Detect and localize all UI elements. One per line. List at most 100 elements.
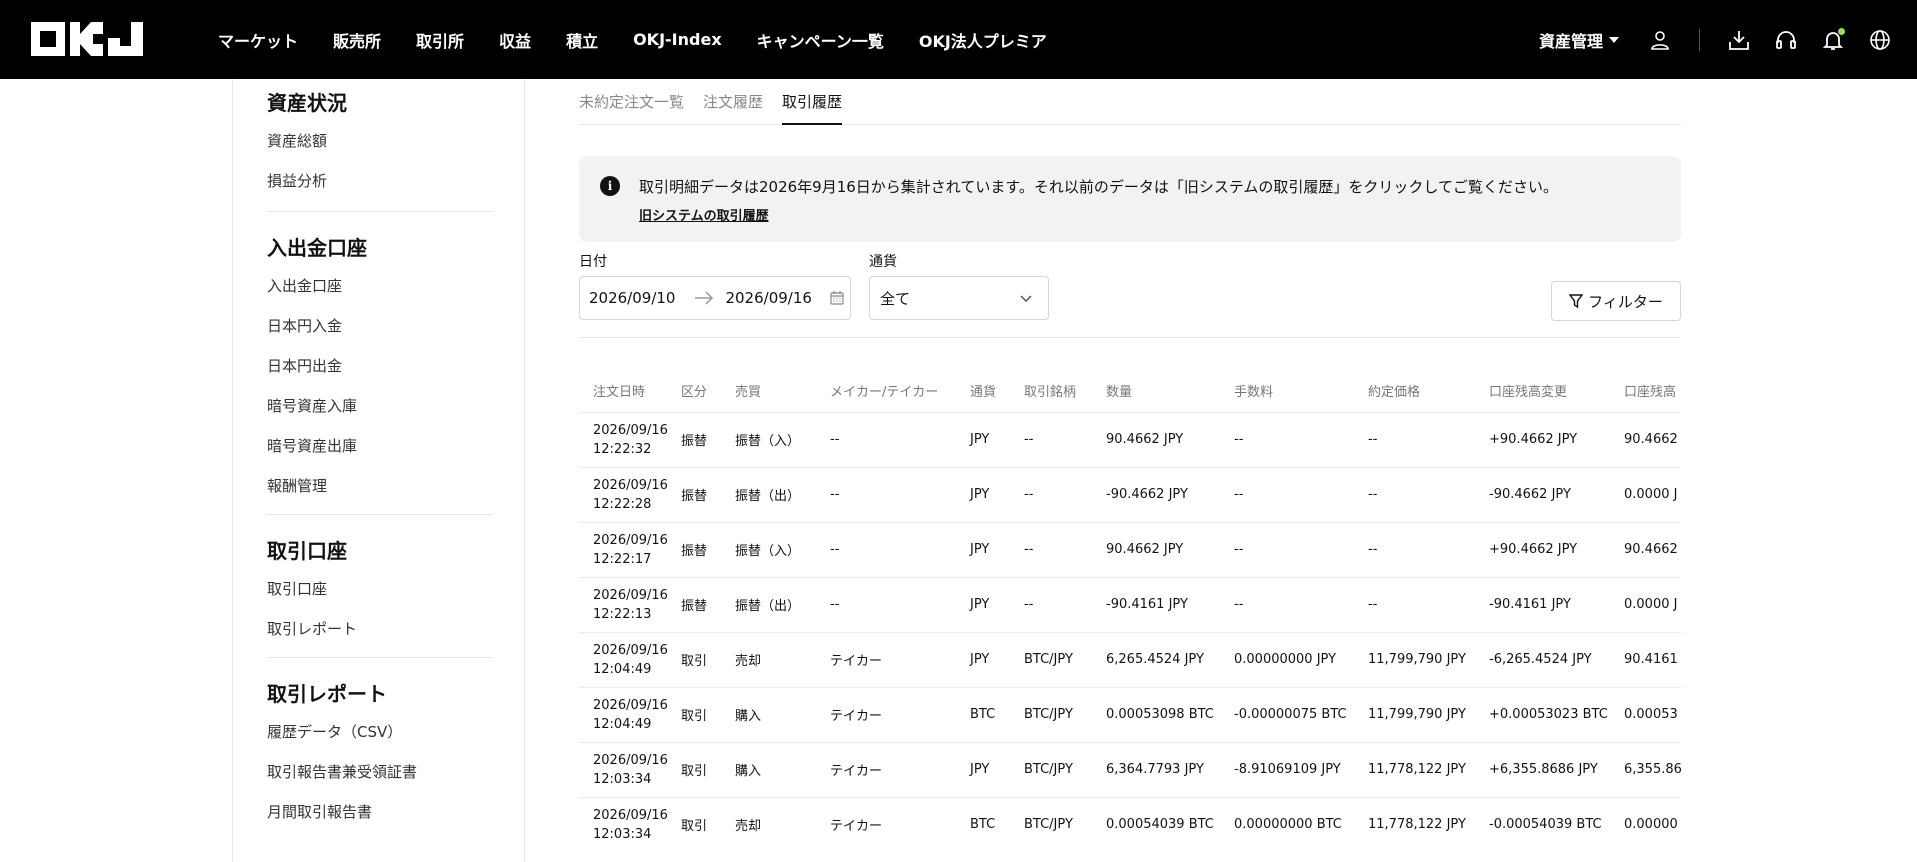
cell-pair: BTC/JPY bbox=[1024, 686, 1106, 742]
order-date: 2026/09/16 bbox=[593, 752, 668, 768]
sidebar-item-monthly-report[interactable]: 月間取引報告書 bbox=[267, 792, 524, 832]
col-category[interactable]: 区分 bbox=[681, 369, 735, 412]
cell-fee: -- bbox=[1234, 576, 1368, 632]
col-balance[interactable]: 口座残高 bbox=[1624, 369, 1681, 412]
cell-fee: 0.00000000 BTC bbox=[1234, 796, 1368, 852]
table-row: 2026/09/16 12:04:49 取引 購入 テイカー BTC BTC/JPY 0.00… bbox=[579, 686, 1681, 742]
calendar-icon[interactable] bbox=[830, 291, 844, 305]
old-system-history-link[interactable]: 旧システムの取引履歴 bbox=[639, 205, 769, 224]
sidebar-item-jpy-withdraw[interactable]: 日本円出金 bbox=[267, 346, 524, 386]
sidebar-item-trade-receipt[interactable]: 取引報告書兼受領証書 bbox=[267, 752, 524, 792]
cell-side: 振替（入） bbox=[735, 411, 830, 467]
filter-button[interactable]: フィルター bbox=[1551, 281, 1681, 321]
sidebar-item-rewards[interactable]: 報酬管理 bbox=[267, 466, 524, 506]
cell-quantity: 90.4662 JPY bbox=[1106, 521, 1234, 577]
cell-balance: 90.4662 bbox=[1624, 521, 1681, 577]
currency-select[interactable]: 全て bbox=[869, 276, 1049, 320]
tab-open-orders[interactable]: 未約定注文一覧 bbox=[579, 79, 684, 125]
sidebar-item-trading-report[interactable]: 取引レポート bbox=[267, 609, 524, 649]
col-balance-change[interactable]: 口座残高変更 bbox=[1489, 369, 1624, 412]
sidebar-item-crypto-deposit[interactable]: 暗号資産入庫 bbox=[267, 386, 524, 426]
top-right-actions: 資産管理 bbox=[1539, 0, 1893, 79]
cell-order-time: 2026/09/16 12:22:32 bbox=[579, 411, 681, 467]
sidebar-item-deposit-account[interactable]: 入出金口座 bbox=[267, 266, 524, 306]
sidebar-group-trading-account: 取引口座 取引口座 取引レポート bbox=[233, 515, 524, 649]
table-row: 2026/09/16 12:03:34 取引 購入 テイカー JPY BTC/JPY 6,36… bbox=[579, 741, 1681, 797]
asset-management-label: 資産管理 bbox=[1538, 31, 1603, 51]
cell-balance-change: -90.4161 JPY bbox=[1489, 576, 1624, 632]
col-quantity[interactable]: 数量 bbox=[1106, 369, 1234, 412]
sidebar-item-trading-account[interactable]: 取引口座 bbox=[267, 569, 524, 609]
order-date: 2026/09/16 bbox=[593, 807, 668, 823]
user-icon[interactable] bbox=[1647, 27, 1673, 53]
history-tabs: 未約定注文一覧 注文履歴 取引履歴 bbox=[579, 79, 1681, 125]
order-time: 12:22:32 bbox=[593, 441, 652, 457]
toolbar-separator bbox=[1699, 28, 1700, 51]
col-price[interactable]: 約定価格 bbox=[1368, 369, 1489, 412]
nav-exchange[interactable]: 取引所 bbox=[416, 28, 464, 52]
col-fee[interactable]: 手数料 bbox=[1234, 369, 1368, 412]
sidebar-item-jpy-deposit[interactable]: 日本円入金 bbox=[267, 306, 524, 346]
notification-dot bbox=[1838, 27, 1845, 35]
globe-icon[interactable] bbox=[1867, 27, 1893, 53]
cell-quantity: 6,364.7793 JPY bbox=[1106, 741, 1234, 797]
filter-button-label: フィルター bbox=[1588, 292, 1663, 311]
cell-maker-taker: テイカー bbox=[830, 741, 970, 797]
col-currency[interactable]: 通貨 bbox=[970, 369, 1024, 412]
table-header-row: 注文日時 区分 売買 メイカー/テイカー 通貨 取引銘柄 数量 手数料 約定価格… bbox=[579, 369, 1681, 412]
table-row: 2026/09/16 12:22:13 振替 振替（出） -- JPY -- -90.4161… bbox=[579, 576, 1681, 632]
cell-price: 11,778,122 JPY bbox=[1368, 741, 1489, 797]
tab-trade-history[interactable]: 取引履歴 bbox=[782, 79, 843, 125]
cell-order-time: 2026/09/16 12:22:28 bbox=[579, 466, 681, 522]
cell-maker-taker: テイカー bbox=[830, 686, 970, 742]
sidebar-item-history-csv[interactable]: 履歴データ（CSV） bbox=[267, 712, 524, 752]
cell-fee: -- bbox=[1234, 411, 1368, 467]
bell-icon[interactable] bbox=[1820, 27, 1846, 53]
col-pair[interactable]: 取引銘柄 bbox=[1024, 369, 1106, 412]
cell-balance: 0.00053 bbox=[1624, 686, 1681, 742]
nav-sales[interactable]: 販売所 bbox=[333, 28, 381, 52]
cell-order-time: 2026/09/16 12:03:34 bbox=[579, 796, 681, 852]
cell-price: 11,778,122 JPY bbox=[1368, 796, 1489, 852]
cell-order-time: 2026/09/16 12:22:17 bbox=[579, 521, 681, 577]
cell-quantity: -90.4662 JPY bbox=[1106, 466, 1234, 522]
notice-text: 取引明細データは2026年9月16日から集計されています。それ以前のデータは「旧… bbox=[639, 178, 1558, 196]
table-row: 2026/09/16 12:22:17 振替 振替（入） -- JPY -- 90.4662 … bbox=[579, 521, 1681, 577]
cell-price: -- bbox=[1368, 576, 1489, 632]
sidebar-item-total-assets[interactable]: 資産総額 bbox=[267, 121, 524, 161]
cell-balance-change: +0.00053023 BTC bbox=[1489, 686, 1624, 742]
col-maker-taker[interactable]: メイカー/テイカー bbox=[830, 369, 970, 412]
asset-management-menu[interactable]: 資産管理 bbox=[1539, 28, 1619, 52]
col-order-time[interactable]: 注文日時 bbox=[579, 369, 681, 412]
cell-category: 振替 bbox=[681, 411, 735, 467]
date-from-input[interactable]: 2026/09/10 bbox=[589, 289, 675, 307]
nav-recurring[interactable]: 積立 bbox=[566, 28, 598, 52]
nav-campaigns[interactable]: キャンペーン一覧 bbox=[757, 28, 884, 52]
cell-quantity: 0.00054039 BTC bbox=[1106, 796, 1234, 852]
order-date: 2026/09/16 bbox=[593, 422, 668, 438]
cell-maker-taker: -- bbox=[830, 576, 970, 632]
download-icon[interactable] bbox=[1726, 27, 1752, 53]
col-side[interactable]: 売買 bbox=[735, 369, 830, 412]
headset-icon[interactable] bbox=[1773, 27, 1799, 53]
cell-currency: JPY bbox=[970, 466, 1024, 522]
date-range-picker[interactable]: 2026/09/10 2026/09/16 bbox=[579, 276, 851, 320]
cell-quantity: 90.4662 JPY bbox=[1106, 411, 1234, 467]
top-bar: マーケット 販売所 取引所 収益 積立 OKJ-Index キャンペーン一覧 O… bbox=[0, 0, 1917, 79]
sidebar-item-pnl-analysis[interactable]: 損益分析 bbox=[267, 161, 524, 201]
okj-logo[interactable] bbox=[31, 22, 143, 56]
nav-corporate-premier[interactable]: OKJ法人プレミア bbox=[919, 28, 1047, 52]
sidebar-item-crypto-withdraw[interactable]: 暗号資産出庫 bbox=[267, 426, 524, 466]
cell-balance: 90.4662 bbox=[1624, 411, 1681, 467]
currency-selected-value: 全て bbox=[880, 289, 911, 308]
cell-balance-change: +90.4662 JPY bbox=[1489, 411, 1624, 467]
sidebar-group-deposit-account: 入出金口座 入出金口座 日本円入金 日本円出金 暗号資産入庫 暗号資産出庫 報酬… bbox=[233, 212, 524, 506]
nav-earn[interactable]: 収益 bbox=[499, 28, 531, 52]
nav-market[interactable]: マーケット bbox=[218, 28, 298, 52]
cell-order-time: 2026/09/16 12:22:13 bbox=[579, 576, 681, 632]
order-date: 2026/09/16 bbox=[593, 697, 668, 713]
nav-okj-index[interactable]: OKJ-Index bbox=[633, 30, 722, 49]
date-to-input[interactable]: 2026/09/16 bbox=[725, 289, 811, 307]
tab-order-history[interactable]: 注文履歴 bbox=[703, 79, 763, 125]
order-time: 12:22:17 bbox=[593, 551, 652, 567]
